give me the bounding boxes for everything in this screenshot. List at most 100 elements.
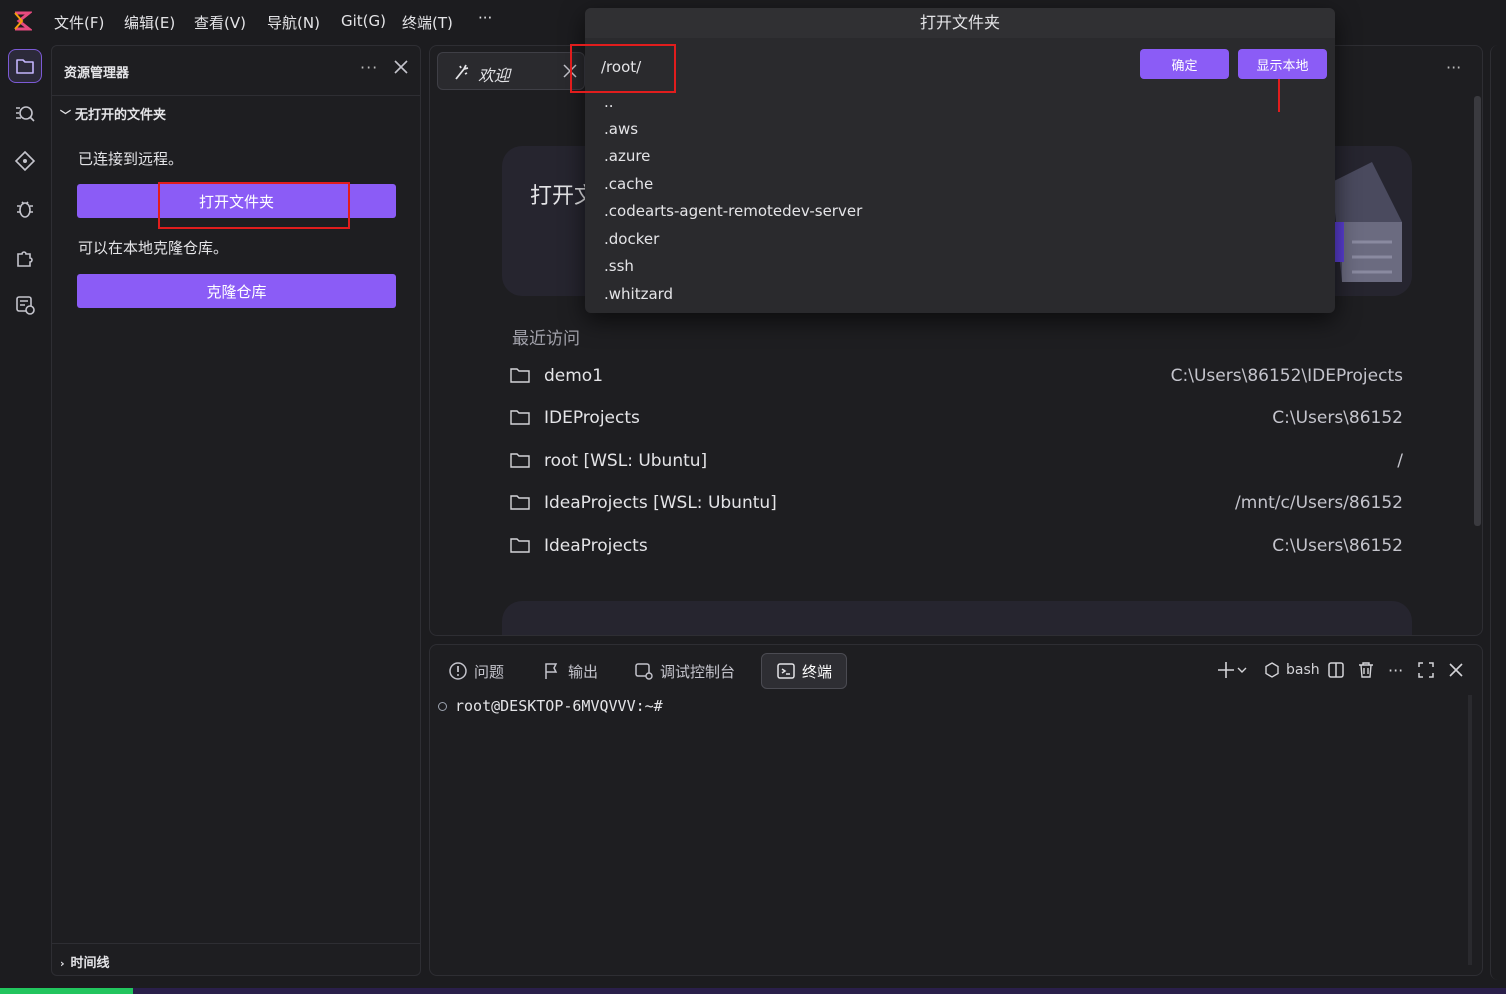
source-control-button[interactable] [8,144,42,178]
kill-terminal-button[interactable] [1356,659,1376,681]
recent-item-name: root [WSL: Ubuntu] [544,451,708,471]
maximize-panel-button[interactable] [1416,659,1436,681]
search-button[interactable] [8,97,42,131]
activity-bar [0,44,50,984]
extensions-icon [17,251,33,267]
recent-item-path: C:\Users\86152 [1272,536,1403,556]
tab-debug-console[interactable]: 调试控制台 [634,653,735,689]
terminal-icon [777,663,795,679]
recent-item-path: C:\Users\86152\IDEProjects [1170,366,1403,386]
flag-icon [545,663,558,679]
tab-label: 终端 [802,662,833,681]
recent-item-name: IdeaProjects [WSL: Ubuntu] [544,493,777,513]
close-icon [1449,663,1463,677]
menu-view[interactable]: 查看(V) [194,12,246,33]
plus-icon [1218,662,1234,678]
clone-repo-button[interactable]: 克隆仓库 [77,274,396,308]
remote-explorer-button[interactable] [8,288,42,322]
recent-item-path: C:\Users\86152 [1272,408,1403,428]
status-dot-icon [438,701,447,711]
debug-icon [17,201,33,218]
recent-item-name: demo1 [544,366,604,386]
menu-navigate[interactable]: 导航(N) [267,12,320,33]
chevron-down-icon [1237,667,1247,673]
dialog-title: 打开文件夹 [585,8,1335,38]
ok-button[interactable]: 确定 [1140,49,1229,79]
editor-scrollbar[interactable] [1474,96,1481,526]
highlight-marker [1278,79,1280,112]
folder-icon [510,410,530,425]
explorer-icon [16,59,34,74]
folder-list-item[interactable]: .whitzard [604,285,673,303]
split-icon [1328,662,1344,678]
chevron-down-icon: ﹀ [60,109,71,122]
split-terminal-button[interactable] [1326,659,1346,681]
shell-selector[interactable]: bash [1264,659,1320,681]
editor-more-button[interactable]: ··· [1446,58,1461,77]
recent-item[interactable]: IdeaProjects C:\Users\86152 [510,532,1403,562]
folder-icon [510,495,530,510]
folder-list-item[interactable]: .docker [604,230,659,248]
section-label: 无打开的文件夹 [75,108,167,123]
new-terminal-button[interactable] [1216,659,1248,681]
more-label: ··· [1388,660,1404,680]
recent-item[interactable]: demo1 C:\Users\86152\IDEProjects [510,362,1403,392]
menu-more[interactable]: ··· [478,9,492,27]
recent-item[interactable]: root [WSL: Ubuntu] / [510,447,1403,477]
divider [52,943,420,944]
debug-button[interactable] [8,192,42,226]
debug-console-icon [635,663,653,680]
show-local-button[interactable]: 显示本地 [1238,49,1327,79]
menu-terminal[interactable]: 终端(T) [402,12,453,33]
panel-more-button[interactable]: ··· [1388,659,1403,681]
status-bar [0,988,1506,994]
folder-list-item[interactable]: .codearts-agent-remotedev-server [604,202,862,220]
folder-list-item[interactable]: .ssh [604,257,634,275]
recent-item-path: /mnt/c/Users/86152 [1235,493,1403,513]
sidebar-more-button[interactable]: ··· [360,58,378,77]
source-control-icon [14,150,36,172]
extensions-button[interactable] [8,240,42,274]
bash-icon [1265,662,1279,678]
maximize-icon [1418,662,1434,678]
tab-terminal[interactable]: 终端 [761,653,848,689]
search-icon [16,106,35,122]
tab-label: 欢迎 [478,66,511,85]
tab-welcome[interactable]: 欢迎 [437,52,585,90]
remote-explorer-icon [16,296,35,315]
tab-output[interactable]: 输出 [542,653,598,689]
progress-indicator [0,988,133,994]
highlight-path-input [570,44,676,93]
terminal-prompt-line[interactable]: root@DESKTOP-6MVQVVV:~# [438,697,663,715]
folder-list-item[interactable]: .cache [604,175,653,193]
menu-edit[interactable]: 编辑(E) [124,12,175,33]
timeline-section-header[interactable]: › 时间线 [60,952,110,971]
recent-item[interactable]: IdeaProjects [WSL: Ubuntu] /mnt/c/Users/… [510,489,1403,519]
trash-icon [1359,662,1373,678]
chevron-right-icon: › [60,957,65,970]
open-folder-dialog: 打开文件夹 /root/ 确定 显示本地 .. .aws .azure .cac… [585,8,1335,313]
no-folder-section-header[interactable]: ﹀ 无打开的文件夹 [60,104,166,123]
terminal-prompt: root@DESKTOP-6MVQVVV:~# [455,697,663,715]
recent-item[interactable]: IDEProjects C:\Users\86152 [510,404,1403,434]
sparkle-icon [455,64,469,80]
timeline-label: 时间线 [70,956,110,971]
menu-git[interactable]: Git(G) [341,12,386,30]
menu-file[interactable]: 文件(F) [54,12,104,33]
folder-list-item[interactable]: .azure [604,147,650,165]
sidebar-title: 资源管理器 [64,66,130,81]
close-panel-button[interactable] [1446,659,1466,681]
recent-item-path: / [1397,451,1403,471]
bottom-panel: 问题 输出 调试控制台 终端 bash ··· root@DESKTOP-6MV… [429,644,1483,976]
tab-problems[interactable]: 问题 [448,653,504,689]
terminal-scrollbar[interactable] [1468,695,1472,965]
recent-item-name: IdeaProjects [544,536,648,556]
explorer-button[interactable] [8,49,42,83]
shell-label: bash [1286,662,1320,678]
connected-text: 已连接到远程。 [78,150,184,168]
close-icon[interactable] [392,58,410,76]
folder-list-item[interactable]: .. [604,93,614,111]
folder-list-item[interactable]: .aws [604,120,638,138]
highlight-open-folder [158,182,350,229]
right-panel-edge [1490,45,1506,980]
